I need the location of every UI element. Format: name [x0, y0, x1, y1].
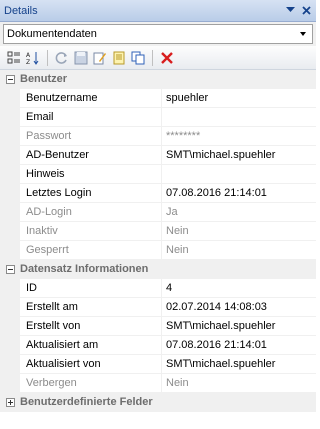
property-name: Hinweis — [20, 165, 162, 183]
property-row[interactable]: Passwort ******** — [0, 127, 316, 146]
property-name: Erstellt von — [20, 317, 162, 335]
property-value[interactable]: 07.08.2016 21:14:01 — [162, 336, 316, 354]
category-label: Datensatz Informationen — [20, 263, 149, 275]
property-toolbar: A Z — [0, 46, 316, 70]
property-row[interactable]: Inaktiv Nein — [0, 222, 316, 241]
object-selector-area: Dokumentendaten — [0, 22, 316, 46]
property-row[interactable]: Aktualisiert am 07.08.2016 21:14:01 — [0, 336, 316, 355]
property-name: Verbergen — [20, 374, 162, 392]
category-datensatz-informationen[interactable]: Datensatz Informationen — [0, 260, 316, 279]
property-row[interactable]: Gesperrt Nein — [0, 241, 316, 260]
category-label: Benutzer — [20, 73, 68, 85]
property-row[interactable]: Erstellt von SMT\michael.spuehler — [0, 317, 316, 336]
category-benutzer[interactable]: Benutzer — [0, 70, 316, 89]
save-icon[interactable] — [73, 50, 89, 66]
property-row[interactable]: Letztes Login 07.08.2016 21:14:01 — [0, 184, 316, 203]
property-value[interactable]: SMT\michael.spuehler — [162, 317, 316, 335]
property-value[interactable]: 07.08.2016 21:14:01 — [162, 184, 316, 202]
chevron-down-icon[interactable] — [298, 29, 308, 39]
property-value: Nein — [166, 225, 189, 237]
property-name: Benutzername — [20, 89, 162, 107]
property-value: Ja — [166, 206, 178, 218]
edit-icon[interactable] — [92, 50, 108, 66]
property-row[interactable]: Email — [0, 108, 316, 127]
collapse-icon[interactable] — [0, 260, 20, 279]
object-selector-value: Dokumentendaten — [7, 28, 97, 40]
property-name: Erstellt am — [20, 298, 162, 316]
property-value[interactable] — [162, 165, 316, 183]
property-value: Nein — [166, 377, 189, 389]
property-row[interactable]: AD-Benutzer SMT\michael.spuehler — [0, 146, 316, 165]
property-row[interactable]: Hinweis — [0, 165, 316, 184]
property-name: Aktualisiert von — [20, 355, 162, 373]
category-label: Benutzerdefinierte Felder — [20, 396, 153, 408]
property-name: AD-Login — [20, 203, 162, 221]
refresh-icon[interactable] — [54, 50, 70, 66]
svg-text:A: A — [26, 52, 31, 59]
collapse-icon[interactable] — [0, 70, 20, 89]
property-value[interactable]: 02.07.2014 14:08:03 — [162, 298, 316, 316]
categorized-icon[interactable] — [6, 50, 22, 66]
expand-icon[interactable] — [0, 393, 20, 412]
dropdown-icon[interactable] — [283, 3, 297, 17]
property-name: Aktualisiert am — [20, 336, 162, 354]
property-name: Email — [20, 108, 162, 126]
page-icon[interactable] — [111, 50, 127, 66]
alphabetical-sort-icon[interactable]: A Z — [25, 50, 41, 66]
property-value[interactable]: SMT\michael.spuehler — [162, 146, 316, 164]
property-value[interactable] — [162, 108, 316, 126]
property-value: Nein — [166, 244, 189, 256]
property-grid: Benutzer Benutzername spuehler Email Pas… — [0, 70, 316, 412]
copy-icon[interactable] — [130, 50, 146, 66]
property-name: Passwort — [20, 127, 162, 145]
property-row[interactable]: Erstellt am 02.07.2014 14:08:03 — [0, 298, 316, 317]
object-selector-combo[interactable]: Dokumentendaten — [3, 24, 313, 44]
property-value[interactable]: 4 — [162, 279, 316, 297]
property-value[interactable]: SMT\michael.spuehler — [162, 355, 316, 373]
property-name: Inaktiv — [20, 222, 162, 240]
category-benutzerdefinierte-felder[interactable]: Benutzerdefinierte Felder — [0, 393, 316, 412]
property-name: ID — [20, 279, 162, 297]
property-row[interactable]: AD-Login Ja — [0, 203, 316, 222]
svg-text:Z: Z — [26, 59, 30, 65]
delete-icon[interactable] — [159, 50, 175, 66]
toolbar-separator — [47, 49, 48, 66]
property-row[interactable]: Verbergen Nein — [0, 374, 316, 393]
property-value: ******** — [166, 130, 201, 142]
property-value[interactable]: spuehler — [162, 89, 316, 107]
property-name: Letztes Login — [20, 184, 162, 202]
property-row[interactable]: Aktualisiert von SMT\michael.spuehler — [0, 355, 316, 374]
property-row[interactable]: Benutzername spuehler — [0, 89, 316, 108]
close-icon[interactable] — [299, 3, 313, 17]
property-name: AD-Benutzer — [20, 146, 162, 164]
property-name: Gesperrt — [20, 241, 162, 259]
panel-titlebar: Details — [0, 0, 316, 22]
property-row[interactable]: ID 4 — [0, 279, 316, 298]
panel-title: Details — [4, 4, 38, 17]
toolbar-separator — [152, 49, 153, 66]
